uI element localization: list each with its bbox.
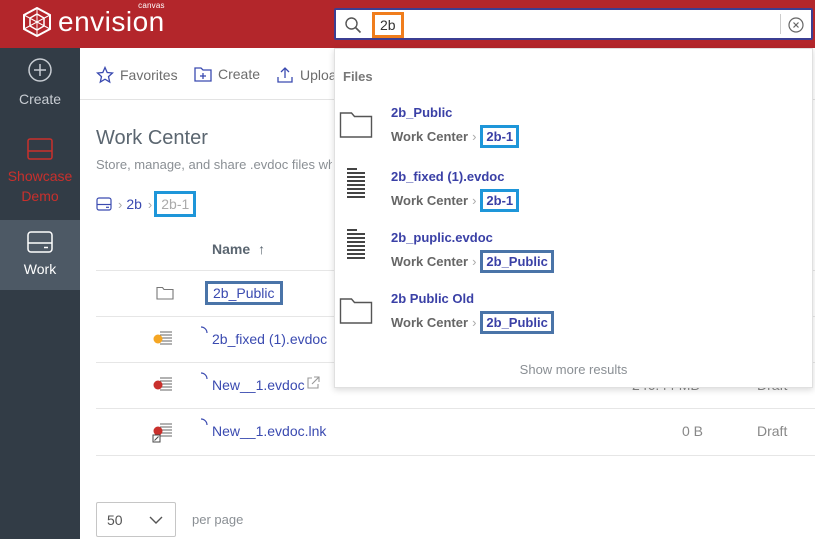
breadcrumb: › 2b › 2b-1 [96,191,197,217]
page-title: Work Center [96,127,208,149]
create-button[interactable]: Create [194,66,260,82]
search-result-item[interactable]: 2b_Public Work Center › 2b-1 [335,105,812,149]
loading-spinner-icon [200,326,208,334]
result-path: Work Center › 2b_Public [391,250,554,273]
clear-search-icon[interactable] [787,16,805,34]
chevron-right-icon: › [472,129,477,144]
search-input[interactable]: 2b [372,12,404,38]
chevron-down-icon [149,516,163,524]
divider [780,14,781,34]
chevron-right-icon: › [472,315,477,330]
name-column-header[interactable]: Name ↑ [212,241,265,257]
showcase-icon [27,138,53,160]
upload-button[interactable]: Uploa [276,66,337,84]
sort-up-icon: ↑ [258,241,266,257]
search-result-item[interactable]: 2b_fixed (1).evdoc Work Center › 2b-1 [335,168,812,213]
document-icon [347,168,365,198]
add-folder-icon [194,67,212,82]
search-result-item[interactable]: 2b Public Old Work Center › 2b_Public [335,291,812,335]
brand-sub: canvas [138,1,165,10]
star-icon [96,66,114,84]
search-result-item[interactable]: 2b_puplic.evdoc Work Center › 2b_Public [335,229,812,274]
drive-icon[interactable] [96,197,112,211]
search-results-dropdown: Files 2b_Public Work Center › 2b-1 2b_fi… [334,48,813,388]
row-size: 0 B [682,423,704,439]
plus-circle-icon [28,58,52,82]
result-path: Work Center › 2b-1 [391,125,520,148]
evdoc-link-icon [152,423,172,443]
sidebar-item-label: Create [18,91,62,107]
row-status: Draft [757,423,788,439]
chevron-right-icon: › [472,254,477,269]
row-name[interactable]: New__1.evdoc.lnk [212,423,326,439]
folder-icon [339,298,373,324]
search-icon [345,17,362,34]
result-title[interactable]: 2b_puplic.evdoc [391,230,493,245]
sidebar-item-showcase-demo[interactable]: Showcase Demo [0,132,80,212]
chevron-right-icon: › [147,196,153,212]
work-drive-icon [27,231,53,253]
page-size-select[interactable]: 50 [96,502,176,537]
row-name[interactable]: New__1.evdoc [212,377,305,393]
sidebar-item-label: Work [23,261,57,277]
page-description: Store, manage, and share .evdoc files wh [96,157,332,172]
breadcrumb-item[interactable]: 2b [126,196,142,212]
loading-spinner-icon [200,372,208,380]
evdoc-file-icon [153,377,172,391]
divider [96,455,815,456]
results-section-heading: Files [343,69,373,84]
brand-name: envision [58,6,165,37]
row-name[interactable]: 2b_Public [205,281,283,305]
sidebar-item-work[interactable]: Work [0,220,80,290]
sidebar-item-label: Showcase Demo [7,168,73,204]
folder-icon [339,112,373,138]
breadcrumb-current: 2b-1 [154,191,197,217]
result-title[interactable]: 2b Public Old [391,291,474,306]
sidebar-item-create[interactable]: Create [0,48,80,118]
folder-icon [156,286,174,300]
document-icon [347,229,365,259]
result-title[interactable]: 2b_Public [391,105,452,120]
chevron-right-icon: › [472,193,477,208]
row-name[interactable]: 2b_fixed (1).evdoc [212,331,327,347]
favorites-button[interactable]: Favorites [96,66,178,84]
show-more-results-link[interactable]: Show more results [335,362,812,377]
chevron-right-icon: › [118,196,123,212]
result-title[interactable]: 2b_fixed (1).evdoc [391,169,504,184]
divider [96,408,815,409]
upload-icon [277,67,293,83]
sidebar: Create Showcase Demo Work [0,48,80,539]
result-path: Work Center › 2b-1 [391,189,520,212]
loading-spinner-icon [200,418,208,426]
per-page-label: per page [192,512,244,527]
search-bar[interactable]: 2b [334,8,813,40]
result-path: Work Center › 2b_Public [391,311,554,334]
envision-logo[interactable]: envision canvas [22,1,165,37]
envision-logo-icon [23,7,51,37]
external-link-icon[interactable] [306,376,320,390]
evdoc-file-icon [153,331,172,345]
